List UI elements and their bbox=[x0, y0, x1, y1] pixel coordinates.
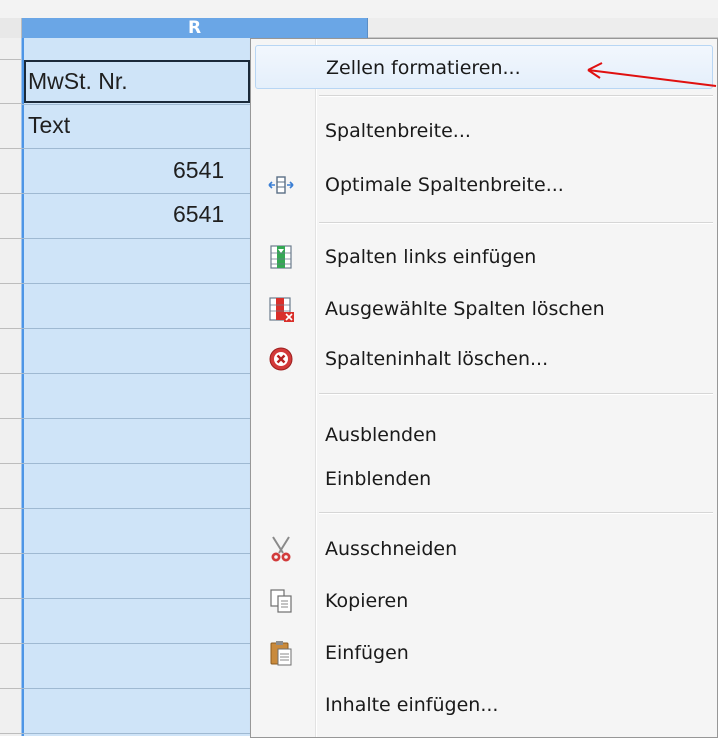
menu-item-clear-column-content[interactable]: Spalteninhalt löschen... bbox=[255, 337, 713, 381]
menu-item-label: Spaltenbreite... bbox=[325, 120, 471, 142]
select-all-corner[interactable] bbox=[0, 18, 22, 38]
menu-item-label: Einblenden bbox=[325, 468, 432, 490]
annotation-arrow-icon bbox=[587, 62, 717, 87]
menu-item-optimal-width[interactable]: Optimale Spaltenbreite... bbox=[255, 163, 713, 207]
copy-icon bbox=[267, 587, 295, 615]
menu-item-label: Spalteninhalt löschen... bbox=[325, 348, 549, 370]
menu-item-paste-special[interactable]: Inhalte einfügen... bbox=[255, 683, 713, 727]
menu-item-label: Einfügen bbox=[325, 642, 409, 664]
delete-column-icon bbox=[267, 295, 295, 323]
paste-icon bbox=[267, 639, 295, 667]
menu-item-show[interactable]: Einblenden bbox=[255, 457, 713, 501]
cell-text[interactable]: Text bbox=[28, 110, 70, 140]
menu-separator bbox=[319, 512, 713, 514]
menu-item-label: Inhalte einfügen... bbox=[325, 694, 499, 716]
insert-column-icon bbox=[267, 243, 295, 271]
menu-item-insert-columns-left[interactable]: Spalten links einfügen bbox=[255, 235, 713, 279]
column-header-r[interactable]: R bbox=[22, 18, 368, 38]
menu-item-label: Ausblenden bbox=[325, 424, 437, 446]
clear-content-icon bbox=[267, 345, 295, 373]
menu-item-delete-columns[interactable]: Ausgewählte Spalten löschen bbox=[255, 287, 713, 331]
cell-number[interactable]: 6541 bbox=[173, 155, 253, 185]
cell-number[interactable]: 6541 bbox=[173, 199, 253, 229]
menu-separator bbox=[319, 393, 713, 395]
menu-item-label: Optimale Spaltenbreite... bbox=[325, 174, 564, 196]
context-menu: Zellen formatieren... Spaltenbreite... O… bbox=[250, 38, 718, 738]
row-header-strip bbox=[0, 38, 22, 736]
menu-item-column-width[interactable]: Spaltenbreite... bbox=[255, 109, 713, 153]
menu-item-paste[interactable]: Einfügen bbox=[255, 631, 713, 675]
menu-item-cut[interactable]: Ausschneiden bbox=[255, 527, 713, 571]
menu-item-hide[interactable]: Ausblenden bbox=[255, 413, 713, 457]
menu-item-copy[interactable]: Kopieren bbox=[255, 579, 713, 623]
menu-item-label: Ausschneiden bbox=[325, 538, 458, 560]
menu-item-label: Ausgewählte Spalten löschen bbox=[325, 298, 605, 320]
menu-item-label: Zellen formatieren... bbox=[326, 57, 521, 79]
cell-mwst-nr[interactable]: MwSt. Nr. bbox=[28, 66, 128, 96]
toolbar-strip bbox=[0, 0, 718, 18]
menu-item-label: Kopieren bbox=[325, 590, 409, 612]
menu-separator bbox=[319, 222, 713, 224]
scissors-icon bbox=[267, 535, 295, 563]
optimal-width-icon bbox=[267, 171, 295, 199]
menu-item-label: Spalten links einfügen bbox=[325, 246, 537, 268]
